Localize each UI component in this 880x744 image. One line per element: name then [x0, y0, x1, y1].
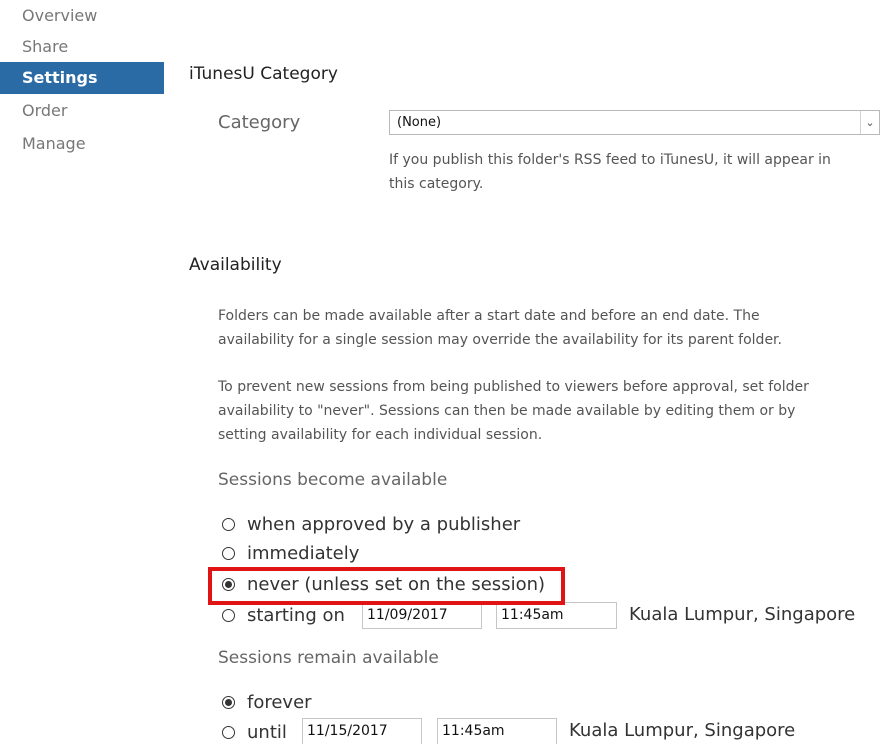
sessions-remain-available-label: Sessions remain available: [218, 648, 439, 668]
radio-never[interactable]: never (unless set on the session): [222, 570, 545, 598]
start-date-input[interactable]: 11/09/2017: [362, 602, 482, 629]
itunesu-section-title: iTunesU Category: [189, 64, 338, 84]
radio-forever[interactable]: forever: [222, 688, 312, 716]
radio-until[interactable]: until: [222, 718, 287, 744]
radio-immediately[interactable]: immediately: [222, 539, 359, 567]
end-time-input[interactable]: 11:45am: [437, 718, 557, 744]
availability-para1-line-1: Folders can be made available after a st…: [218, 308, 760, 324]
sessions-become-available-label: Sessions become available: [218, 470, 448, 490]
radio-immediately-label: immediately: [247, 542, 360, 564]
radio-unchecked-icon[interactable]: [222, 725, 235, 739]
radio-checked-icon[interactable]: [222, 695, 235, 709]
radio-never-label: never (unless set on the session): [247, 573, 546, 595]
radio-unchecked-icon[interactable]: [222, 608, 235, 622]
category-label: Category: [218, 112, 301, 133]
chevron-down-icon[interactable]: ⌄: [860, 111, 879, 134]
radio-until-label: until: [247, 721, 287, 743]
radio-when-approved[interactable]: when approved by a publisher: [222, 510, 520, 538]
availability-section-title: Availability: [189, 255, 282, 275]
radio-forever-label: forever: [247, 691, 312, 713]
radio-starting-on-label: starting on: [247, 604, 345, 626]
start-timezone-label: Kuala Lumpur, Singapore: [629, 604, 856, 625]
radio-unchecked-icon[interactable]: [222, 546, 235, 560]
availability-para2-line-2: availability to "never". Sessions can th…: [218, 403, 796, 419]
category-selected-value: (None): [397, 115, 442, 130]
radio-when-approved-label: when approved by a publisher: [247, 513, 521, 535]
availability-para1-line-2: availability for a single session may ov…: [218, 332, 782, 348]
availability-para2-line-3: setting availability for each individual…: [218, 427, 543, 443]
radio-unchecked-icon[interactable]: [222, 517, 235, 531]
end-date-input[interactable]: 11/15/2017: [302, 718, 422, 744]
end-timezone-label: Kuala Lumpur, Singapore: [569, 720, 796, 741]
radio-starting-on[interactable]: starting on: [222, 601, 345, 629]
availability-para2-line-1: To prevent new sessions from being publi…: [218, 379, 809, 395]
category-help-line-1: If you publish this folder's RSS feed to…: [389, 152, 831, 168]
category-select[interactable]: (None) ⌄: [389, 110, 880, 135]
category-help-line-2: this category.: [389, 176, 484, 192]
sidebar-item-share[interactable]: Share: [0, 31, 164, 63]
sidebar-item-overview[interactable]: Overview: [0, 0, 164, 32]
start-time-input[interactable]: 11:45am: [496, 602, 617, 629]
sidebar-item-order[interactable]: Order: [0, 95, 164, 127]
sidebar-item-manage[interactable]: Manage: [0, 128, 164, 160]
radio-checked-icon[interactable]: [222, 577, 235, 591]
sidebar-item-settings[interactable]: Settings: [0, 62, 164, 94]
